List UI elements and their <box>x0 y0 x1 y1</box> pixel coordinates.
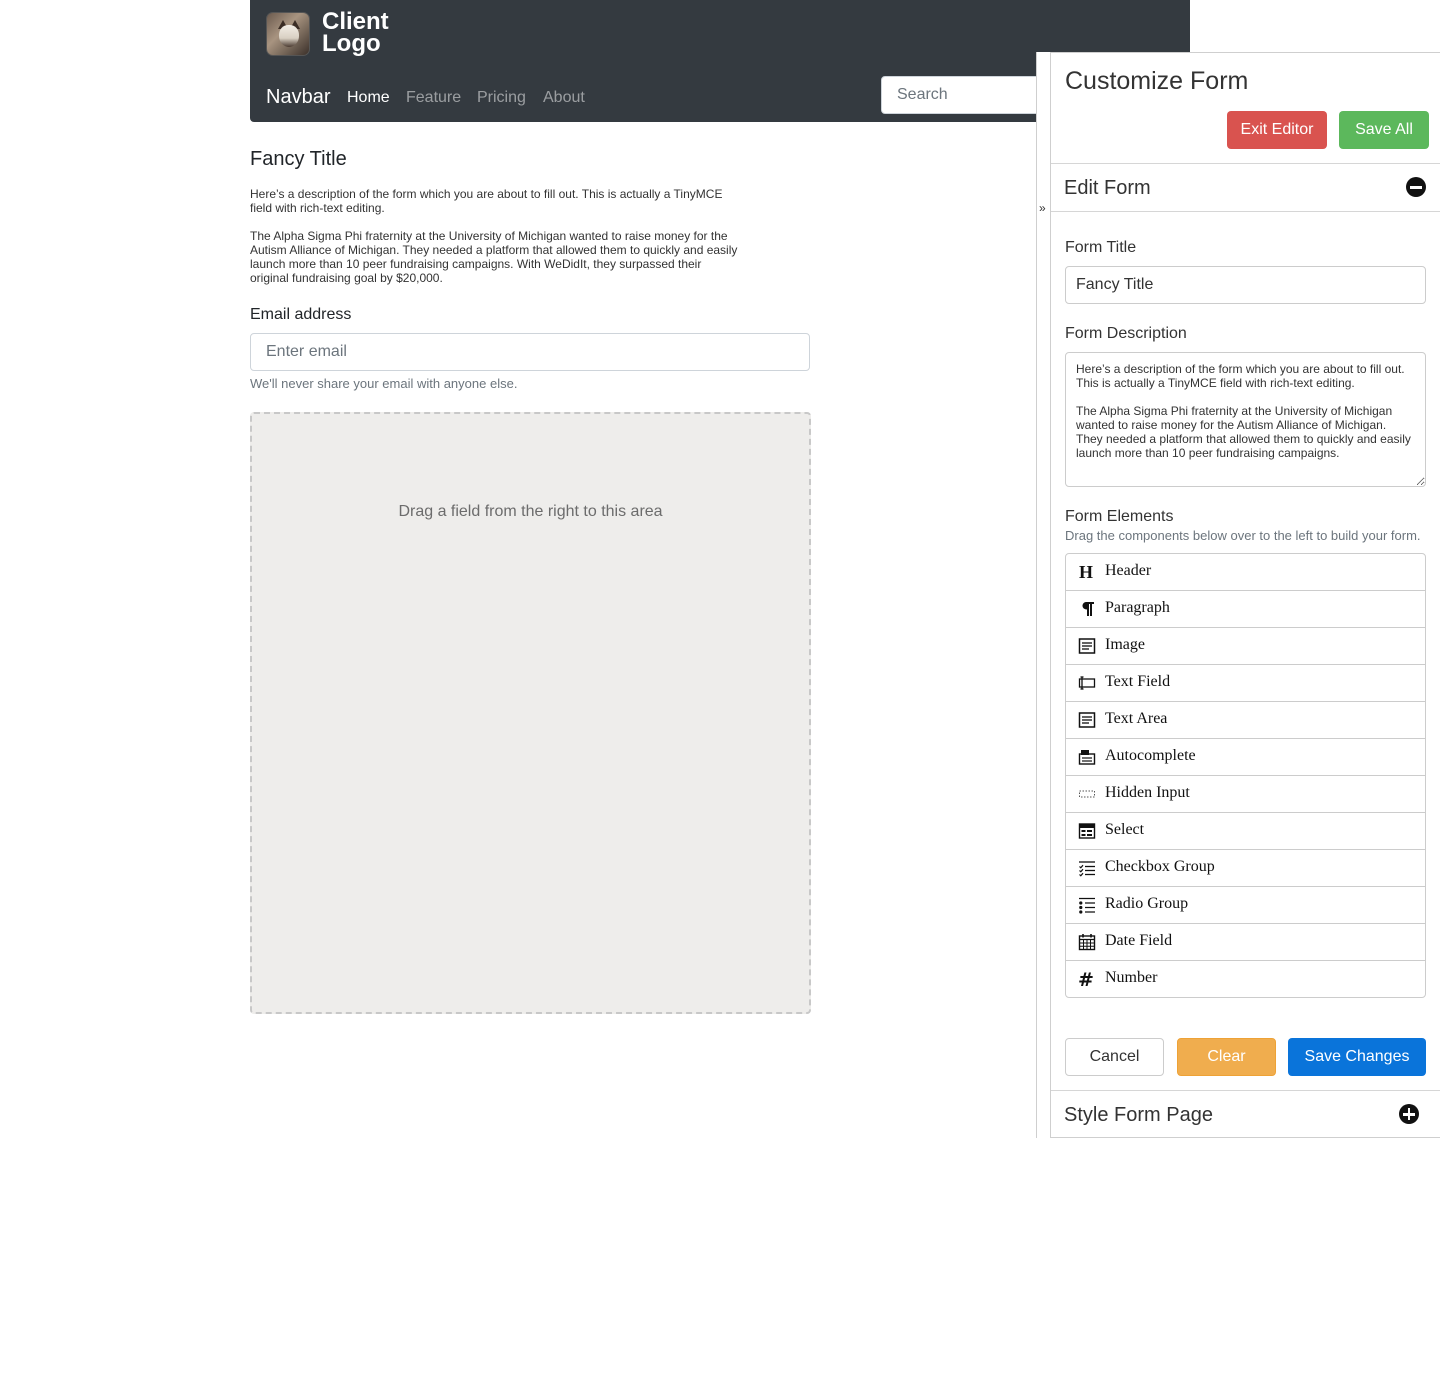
form-description-paragraph-1: Here’s a description of the form which y… <box>250 187 723 215</box>
element-label: Select <box>1105 821 1145 838</box>
form-elements-hint: Drag the components below over to the le… <box>1065 528 1421 543</box>
header-icon: H <box>1079 563 1093 581</box>
nav-link-home[interactable]: Home <box>347 89 390 107</box>
email-help-text: We'll never share your email with anyone… <box>250 376 518 391</box>
element-label: Header <box>1105 562 1152 579</box>
image-icon <box>1078 638 1096 654</box>
element-header[interactable]: H Header <box>1066 554 1425 591</box>
customize-form-panel: Customize Form Exit Editor Save All Edit… <box>1051 52 1440 1138</box>
element-label: Text Field <box>1105 673 1171 690</box>
edit-form-section-title[interactable]: Edit Form <box>1064 177 1151 200</box>
element-label: Autocomplete <box>1105 747 1196 764</box>
save-changes-button[interactable]: Save Changes <box>1288 1038 1426 1076</box>
form-elements-list: H Header Paragraph Image Text Field Text… <box>1065 553 1426 998</box>
element-label: Checkbox Group <box>1105 858 1215 875</box>
element-select[interactable]: Select <box>1066 813 1425 850</box>
save-all-button[interactable]: Save All <box>1339 111 1429 149</box>
client-logo-text[interactable]: Client Logo <box>322 10 389 56</box>
autocomplete-icon <box>1078 750 1096 765</box>
form-description-textarea[interactable]: Here’s a description of the form which y… <box>1065 352 1426 487</box>
exit-editor-button[interactable]: Exit Editor <box>1227 111 1327 149</box>
element-label: Image <box>1105 636 1145 653</box>
date-field-icon <box>1078 934 1096 951</box>
field-drop-zone[interactable]: Drag a field from the right to this area <box>250 412 811 1014</box>
element-hidden-input[interactable]: Hidden Input <box>1066 776 1425 813</box>
collapse-minus-icon[interactable] <box>1406 177 1426 197</box>
element-label: Text Area <box>1105 710 1168 727</box>
hidden-input-icon <box>1079 790 1095 798</box>
email-input[interactable] <box>250 333 810 371</box>
form-elements-label: Form Elements <box>1065 508 1174 525</box>
element-checkbox-group[interactable]: Checkbox Group <box>1066 850 1425 887</box>
form-title-input[interactable] <box>1065 266 1426 304</box>
form-description-paragraph-2: The Alpha Sigma Phi fraternity at the Un… <box>250 229 738 285</box>
select-icon <box>1078 823 1096 839</box>
element-text-field[interactable]: Text Field <box>1066 665 1425 702</box>
divider <box>1051 163 1440 164</box>
clear-button[interactable]: Clear <box>1177 1038 1276 1076</box>
element-label: Hidden Input <box>1105 784 1190 801</box>
element-paragraph[interactable]: Paragraph <box>1066 591 1425 628</box>
element-text-area[interactable]: Text Area <box>1066 702 1425 739</box>
svg-text:#: # <box>1078 970 1094 988</box>
element-label: Date Field <box>1105 932 1173 949</box>
panel-title: Customize Form <box>1065 67 1249 95</box>
radio-group-icon <box>1079 897 1095 914</box>
text-field-icon <box>1078 676 1096 690</box>
element-label: Radio Group <box>1105 895 1189 912</box>
cancel-button[interactable]: Cancel <box>1065 1038 1164 1076</box>
collapse-arrow-icon[interactable]: » <box>1039 201 1046 215</box>
form-description-label: Form Description <box>1065 325 1187 342</box>
divider <box>1051 211 1440 212</box>
element-label: Paragraph <box>1105 599 1170 616</box>
svg-text:H: H <box>1079 563 1093 581</box>
divider <box>1051 1090 1440 1091</box>
style-form-page-section-title[interactable]: Style Form Page <box>1064 1104 1213 1127</box>
nav-link-feature[interactable]: Feature <box>406 89 461 107</box>
element-number[interactable]: # Number <box>1066 961 1425 997</box>
expand-plus-icon[interactable] <box>1399 1104 1419 1124</box>
element-image[interactable]: Image <box>1066 628 1425 665</box>
form-title-label: Form Title <box>1065 239 1137 256</box>
client-logo-image[interactable] <box>266 12 310 56</box>
form-title: Fancy Title <box>250 148 347 170</box>
element-autocomplete[interactable]: Autocomplete <box>1066 739 1425 776</box>
paragraph-icon <box>1082 602 1094 616</box>
element-radio-group[interactable]: Radio Group <box>1066 887 1425 924</box>
nav-link-about[interactable]: About <box>543 89 585 107</box>
element-label: Number <box>1105 969 1158 986</box>
nav-link-pricing[interactable]: Pricing <box>477 89 526 107</box>
number-icon: # <box>1078 970 1094 988</box>
element-date-field[interactable]: Date Field <box>1066 924 1425 961</box>
checkbox-group-icon <box>1079 861 1095 877</box>
navbar-brand[interactable]: Navbar <box>266 86 330 109</box>
drop-zone-hint: Drag a field from the right to this area <box>398 503 663 520</box>
text-area-icon <box>1078 712 1096 728</box>
email-label: Email address <box>250 306 352 323</box>
